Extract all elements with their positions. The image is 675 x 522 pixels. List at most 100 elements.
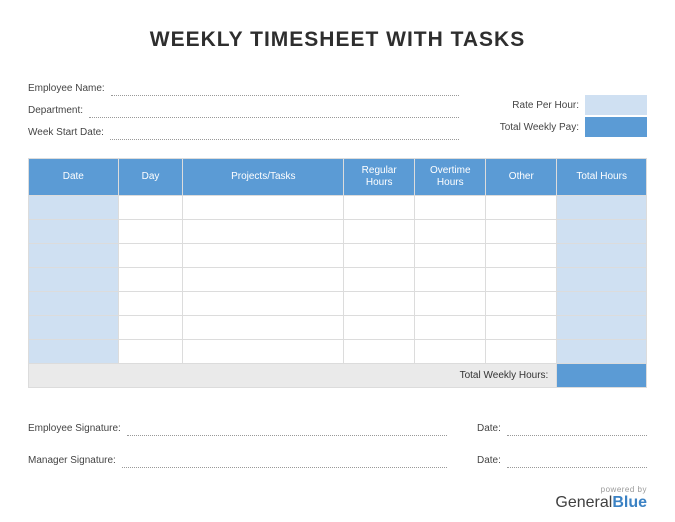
brand-blue: Blue [612,494,647,511]
brand-general: General [555,494,612,511]
table-cell [183,220,344,244]
header-regular: Regular Hours [344,159,415,196]
table-cell [118,316,183,340]
table-cell [29,340,119,364]
table-cell [29,292,119,316]
table-cell [557,196,647,220]
signatures: Employee Signature: Manager Signature: D… [28,414,647,478]
table-cell [183,316,344,340]
table-cell [183,340,344,364]
table-cell [415,268,486,292]
table-cell [118,292,183,316]
total-weekly-pay-box [585,117,647,137]
table-header-row: Date Day Projects/Tasks Regular Hours Ov… [29,159,647,196]
table-cell [29,196,119,220]
employee-signature-line [127,422,447,436]
table-cell [557,340,647,364]
employee-date-line [507,422,647,436]
footer: powered by GeneralBlue [555,485,647,512]
table-cell [415,244,486,268]
department-line [89,104,459,118]
table-cell [118,220,183,244]
week-start-label: Week Start Date: [28,127,110,140]
table-cell [29,268,119,292]
table-row [29,244,647,268]
table-cell [344,244,415,268]
table-cell [557,268,647,292]
table-cell [183,268,344,292]
employee-name-label: Employee Name: [28,83,111,96]
page-title: WEEKLY TIMESHEET WITH TASKS [28,28,647,52]
total-weekly-pay-label: Total Weekly Pay: [500,122,585,133]
table-cell [344,316,415,340]
header-day: Day [118,159,183,196]
table-cell [118,340,183,364]
table-cell [486,196,557,220]
header-total: Total Hours [557,159,647,196]
table-cell [118,268,183,292]
table-body [29,196,647,364]
rate-per-hour-row: Rate Per Hour: [479,94,647,116]
employee-name-line [111,82,459,96]
top-fields: Employee Name: Department: Week Start Da… [28,74,647,140]
table-row [29,220,647,244]
header-overtime: Overtime Hours [415,159,486,196]
table-cell [183,244,344,268]
table-cell [557,244,647,268]
table-cell [344,220,415,244]
totals-row: Total Weekly Hours: [29,364,647,388]
total-weekly-pay-row: Total Weekly Pay: [479,116,647,138]
employee-signature-row: Employee Signature: [28,414,447,436]
sig-left: Employee Signature: Manager Signature: [28,414,447,478]
employee-date-label: Date: [477,423,507,436]
manager-date-label: Date: [477,455,507,468]
table-cell [557,292,647,316]
table-cell [29,316,119,340]
table-cell [486,292,557,316]
footer-powered: powered by [555,485,647,494]
table-cell [486,220,557,244]
right-fields: Rate Per Hour: Total Weekly Pay: [479,94,647,140]
table-cell [344,292,415,316]
employee-signature-label: Employee Signature: [28,423,127,436]
timesheet-table: Date Day Projects/Tasks Regular Hours Ov… [28,158,647,388]
table-row [29,316,647,340]
header-date: Date [29,159,119,196]
week-start-row: Week Start Date: [28,118,459,140]
manager-date-row: Date: [477,446,647,468]
manager-date-line [507,454,647,468]
table-cell [415,196,486,220]
week-start-line [110,126,459,140]
header-projects: Projects/Tasks [183,159,344,196]
table-cell [118,196,183,220]
header-other: Other [486,159,557,196]
table-row [29,196,647,220]
table-cell [183,292,344,316]
employee-name-row: Employee Name: [28,74,459,96]
totals-label: Total Weekly Hours: [29,364,557,388]
table-cell [486,244,557,268]
table-cell [344,196,415,220]
table-cell [183,196,344,220]
table-cell [557,316,647,340]
left-fields: Employee Name: Department: Week Start Da… [28,74,459,140]
table-cell [415,292,486,316]
table-cell [118,244,183,268]
table-cell [344,268,415,292]
table-cell [415,340,486,364]
department-label: Department: [28,105,89,118]
department-row: Department: [28,96,459,118]
table-cell [486,340,557,364]
table-cell [344,340,415,364]
employee-date-row: Date: [477,414,647,436]
table-cell [557,220,647,244]
rate-per-hour-label: Rate Per Hour: [512,100,585,111]
table-cell [486,316,557,340]
rate-per-hour-box [585,95,647,115]
totals-value [557,364,647,388]
manager-signature-line [122,454,447,468]
table-cell [415,220,486,244]
table-cell [29,220,119,244]
footer-brand: GeneralBlue [555,494,647,512]
table-row [29,292,647,316]
